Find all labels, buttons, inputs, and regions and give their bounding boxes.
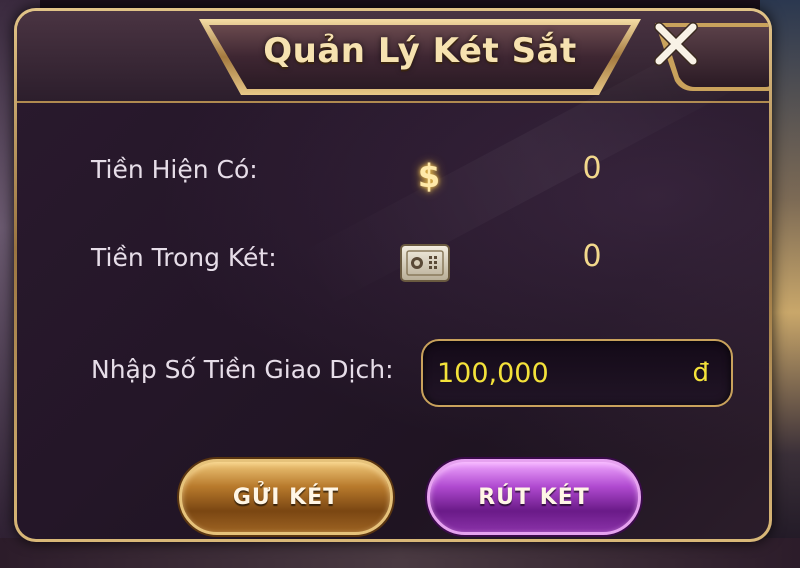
dialog-title: Quản Lý Két Sắt xyxy=(263,31,577,71)
safe-money-value: 0 xyxy=(582,239,602,274)
current-money-label: Tiền Hiện Có: xyxy=(91,155,258,184)
dialog-body: Quản Lý Két Sắt Tiền Hiện Có: $ 0 Tiền T… xyxy=(17,11,769,539)
deposit-button[interactable]: GỬI KÉT xyxy=(179,459,393,535)
background-bottom xyxy=(0,538,800,568)
amount-label: Nhập Số Tiền Giao Dịch: xyxy=(91,355,394,384)
amount-input[interactable] xyxy=(437,341,677,405)
withdraw-button[interactable]: RÚT KÉT xyxy=(427,459,641,535)
amount-field[interactable]: đ xyxy=(421,339,733,407)
current-money-value: 0 xyxy=(582,151,602,186)
title-plate: Quản Lý Két Sắt xyxy=(195,15,645,99)
close-icon xyxy=(653,21,769,95)
currency-symbol: đ xyxy=(692,358,709,388)
dollar-icon: $ xyxy=(417,157,441,195)
safe-money-label: Tiền Trong Két: xyxy=(91,243,277,272)
safe-icon xyxy=(399,243,451,285)
close-button[interactable] xyxy=(653,21,769,95)
safe-manager-dialog: Quản Lý Két Sắt Tiền Hiện Có: $ 0 Tiền T… xyxy=(14,8,772,542)
